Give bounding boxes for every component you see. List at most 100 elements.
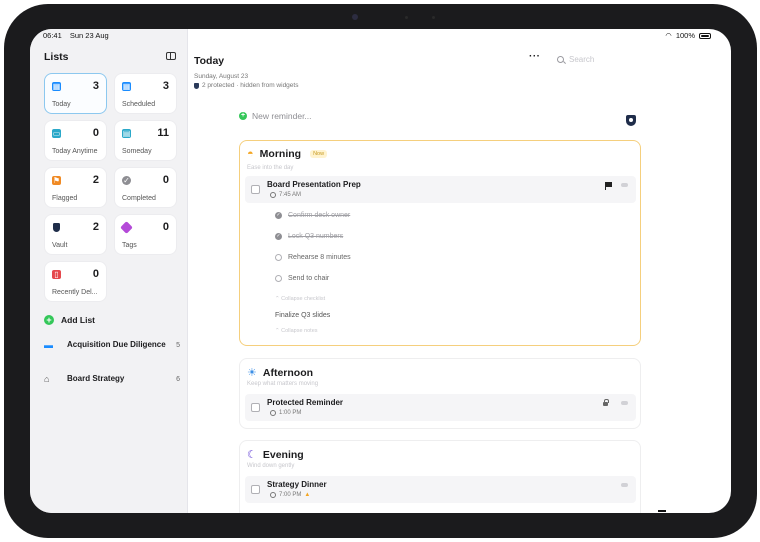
new-reminder-input[interactable]: + New reminder... [239, 111, 312, 121]
smart-list-count: 0 [162, 174, 169, 186]
wifi-icon: ◠ [665, 31, 672, 40]
list-item-board-strategy[interactable]: ⌂ Board Strategy 6 [44, 374, 180, 384]
section-title: Afternoon [262, 366, 314, 379]
subtask-item[interactable]: ✓ Lock Q3 numbers [275, 233, 343, 240]
checkmark-icon[interactable]: ✓ [275, 212, 282, 219]
sunrise-icon: ◓ [247, 148, 254, 160]
subtask-item[interactable]: Send to chair [275, 275, 329, 282]
smart-list-count: 0 [162, 221, 169, 233]
list-item-label: Board Strategy [67, 374, 125, 383]
vault-shield-icon[interactable] [626, 115, 636, 126]
smart-list-completed[interactable]: ✓ 0 Completed [114, 167, 177, 208]
empty-circle-icon[interactable] [275, 275, 282, 282]
flag-icon[interactable] [605, 182, 612, 190]
list-item-acquisition[interactable]: ▬ Acquisition Due Diligence 5 [44, 340, 180, 350]
battery-percent: 100% [675, 31, 695, 40]
more-options-button[interactable]: ··· [529, 51, 541, 62]
smart-list-count: 11 [157, 127, 169, 139]
plus-icon: + [239, 112, 247, 120]
search-placeholder: Search [569, 55, 595, 64]
briefcase-icon: ▬ [44, 340, 53, 350]
task-checkbox[interactable] [251, 485, 260, 494]
clock-icon [270, 492, 276, 498]
task-row[interactable]: Board Presentation Prep 7:45 AM [245, 176, 636, 203]
smart-list-label: Scheduled [122, 101, 156, 108]
subtask-text: Lock Q3 numbers [288, 233, 344, 240]
section-subtitle: Keep what matters moving [247, 381, 319, 387]
camera [352, 14, 358, 20]
status-date: Sun 23 Aug [69, 31, 109, 40]
sun-icon: ☀ [247, 367, 257, 379]
sidebar-title: Lists [44, 51, 69, 63]
tag-icon [120, 221, 133, 234]
section-subtitle: Wind down gently [247, 463, 295, 469]
smart-list-scheduled[interactable]: ▦ 3 Scheduled [114, 73, 177, 114]
list-item-count: 6 [176, 375, 180, 383]
smart-list-today-anytime[interactable]: ▭ 0 Today Anytime [44, 120, 107, 161]
status-bar: 06:41 Sun 23 Aug ◠ 100% [30, 29, 731, 43]
empty-circle-icon[interactable] [275, 254, 282, 261]
status-time: 06:41 [43, 31, 62, 40]
task-notes: Finalize Q3 slides [275, 312, 331, 319]
calendar-icon: ▦ [52, 82, 61, 91]
trash-icon: ▯ [52, 270, 61, 279]
clock-icon [270, 192, 276, 198]
sidebar-toggle-icon[interactable] [166, 52, 176, 60]
subtask-item[interactable]: ✓ Confirm deck owner [275, 212, 350, 219]
checkmark-icon: ✓ [122, 176, 131, 185]
calendar-icon: ▦ [122, 82, 131, 91]
smart-list-label: Completed [122, 195, 156, 202]
task-time-text: 1:00 PM [279, 410, 302, 416]
date-subtitle: Sunday, August 23 [194, 73, 249, 80]
task-time: 7:00 PM ▲ [270, 492, 310, 498]
screen: 06:41 Sun 23 Aug ◠ 100% Lists ▦ 3 Today … [30, 29, 731, 513]
smart-list-count: 0 [92, 127, 99, 139]
page-title: Today [194, 55, 225, 67]
task-row[interactable]: Strategy Dinner 7:00 PM ▲ [245, 476, 636, 503]
smart-list-today[interactable]: ▦ 3 Today [44, 73, 107, 114]
search-field[interactable]: Search [557, 55, 594, 64]
drag-handle-icon[interactable] [621, 401, 628, 405]
section-title: Morning [259, 148, 302, 160]
moon-icon: ☾ [247, 449, 257, 461]
archive-icon: ▤ [122, 129, 131, 138]
add-list-button[interactable]: + Add List [44, 315, 95, 325]
sensor-dot [432, 16, 435, 19]
task-checkbox[interactable] [251, 403, 260, 412]
task-time: 7:45 AM [270, 192, 301, 198]
collapse-notes-button[interactable]: ⌃ Collapse notes [275, 328, 318, 334]
task-title: Board Presentation Prep [267, 180, 361, 189]
task-checkbox[interactable] [251, 185, 260, 194]
smart-list-flagged[interactable]: ⚑ 2 Flagged [44, 167, 107, 208]
task-row[interactable]: Protected Reminder 1:00 PM [245, 394, 636, 421]
smart-list-label: Recently Del... [52, 289, 98, 296]
drag-handle-icon[interactable] [621, 183, 628, 187]
drag-handle-icon[interactable] [621, 483, 628, 487]
checkmark-icon[interactable]: ✓ [275, 233, 282, 240]
sensor-dot [405, 16, 408, 19]
smart-list-tags[interactable]: 0 Tags [114, 214, 177, 255]
smart-list-vault[interactable]: 2 Vault [44, 214, 107, 255]
task-title: Protected Reminder [267, 398, 344, 407]
smart-list-count: 2 [92, 221, 99, 233]
lock-icon [603, 399, 609, 406]
subtask-text: Confirm deck owner [288, 212, 351, 219]
section-evening: ☾ Evening Wind down gently Strategy Dinn… [239, 440, 641, 513]
task-time-text: 7:45 AM [279, 192, 302, 198]
sidebar: Lists ▦ 3 Today ▦ 3 Scheduled ▭ 0 Today … [30, 29, 188, 513]
subtask-text: Rehearse 8 minutes [288, 254, 351, 261]
list-item-count: 5 [176, 341, 180, 349]
smart-list-count: 3 [162, 80, 169, 92]
collapse-checklist-button[interactable]: ⌃ Collapse checklist [275, 296, 325, 302]
clock-icon [270, 410, 276, 416]
list-item-label: Acquisition Due Diligence [67, 340, 166, 349]
smart-list-recently-deleted[interactable]: ▯ 0 Recently Del... [44, 261, 107, 302]
shield-icon [194, 82, 199, 89]
smart-list-someday[interactable]: ▤ 11 Someday [114, 120, 177, 161]
add-list-label: Add List [61, 315, 95, 325]
protected-note: 2 protected · hidden from widgets [194, 82, 298, 89]
home-indicator [658, 510, 666, 512]
section-morning: ◓ Morning Now Ease into the day Board Pr… [239, 140, 641, 346]
subtask-item[interactable]: Rehearse 8 minutes [275, 254, 351, 261]
new-reminder-placeholder: New reminder... [252, 111, 312, 121]
